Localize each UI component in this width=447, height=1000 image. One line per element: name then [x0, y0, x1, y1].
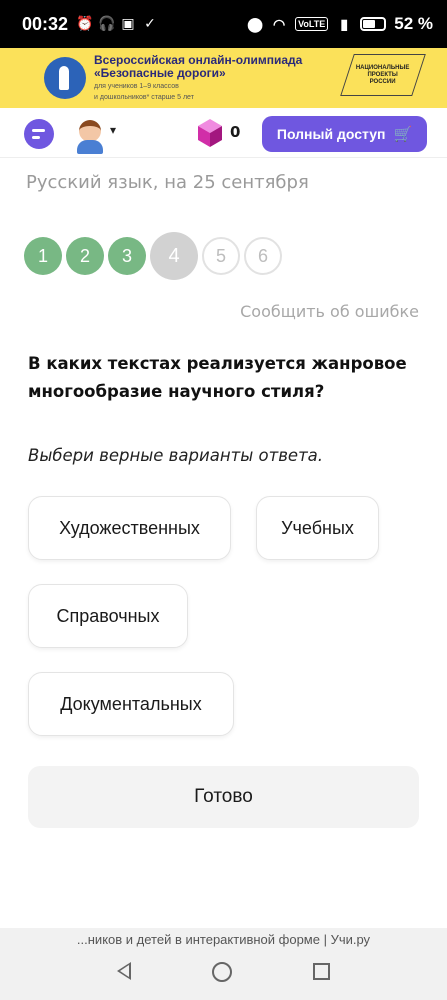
headphones-icon: 🎧	[98, 16, 116, 32]
full-access-label: Полный доступ	[276, 126, 386, 142]
check-icon: ✓	[144, 16, 156, 32]
banner-title-2: «Безопасные дороги»	[94, 66, 226, 80]
browser-footer: ...ников и детей в интерактивной форме |…	[0, 928, 447, 1000]
banner-text: Всероссийская онлайн-олимпиада «Безопасн…	[94, 54, 302, 102]
recents-icon[interactable]	[313, 963, 331, 980]
banner-sub-2: и дошкольников* старше 5 лет	[94, 94, 194, 101]
status-time: 00:32	[22, 13, 69, 34]
notification-icons: ⏰ 🎧 ▣ ✓	[76, 16, 158, 32]
option-educational[interactable]: Учебных	[256, 496, 379, 560]
volte-badge: VoLTE	[295, 17, 329, 31]
chevron-down-icon[interactable]: ▾	[110, 123, 116, 137]
signal-icon: ▮	[340, 16, 349, 32]
alarm-icon: ⏰	[76, 16, 94, 32]
question-text: В каких текстах реализуется жанровое мно…	[28, 354, 407, 401]
crystal-count: 0	[230, 123, 241, 141]
status-right: ⬤ ◠ VoLTE ▮ 52 %	[247, 14, 433, 34]
avatar[interactable]	[76, 116, 104, 154]
nat-line-3: РОССИИ	[370, 78, 396, 85]
ad-banner[interactable]: Всероссийская онлайн-олимпиада «Безопасн…	[0, 48, 447, 108]
app-icon: ▣	[121, 16, 135, 32]
full-access-button[interactable]: Полный доступ 🛒	[262, 116, 427, 152]
status-bar: 00:32 ⏰ 🎧 ▣ ✓ ⬤ ◠ VoLTE ▮ 52 %	[0, 0, 447, 48]
national-projects-logo: НАЦИОНАЛЬНЫЕ ПРОЕКТЫ РОССИИ	[340, 54, 426, 96]
report-error-link[interactable]: Сообщить об ошибке	[240, 302, 419, 321]
banner-sub-1: для учеников 1–9 классов	[94, 83, 179, 90]
crystal-icon	[197, 118, 223, 148]
step-5: 5	[202, 237, 240, 275]
nat-line-2: ПРОЕКТЫ	[367, 71, 399, 78]
option-artistic[interactable]: Художественных	[28, 496, 231, 560]
back-icon[interactable]	[116, 962, 131, 980]
progress-steps: 1 2 3 4 5 6	[24, 232, 282, 280]
location-icon: ⬤	[247, 16, 263, 32]
nat-line-1: НАЦИОНАЛЬНЫЕ	[356, 64, 410, 71]
option-reference[interactable]: Справочных	[28, 584, 188, 648]
battery-icon	[360, 17, 387, 31]
subject-title: Русский язык, на 25 сентября	[26, 172, 309, 193]
step-1[interactable]: 1	[24, 237, 62, 275]
system-nav-bar	[0, 962, 447, 982]
road-safety-logo-icon	[44, 57, 86, 99]
wifi-icon: ◠	[272, 16, 286, 32]
done-button[interactable]: Готово	[28, 766, 419, 828]
option-documentary[interactable]: Документальных	[28, 672, 234, 736]
chat-icon[interactable]	[24, 119, 54, 149]
answer-hint: Выбери верные варианты ответа.	[28, 446, 324, 465]
step-3[interactable]: 3	[108, 237, 146, 275]
page-url-title[interactable]: ...ников и детей в интерактивной форме |…	[0, 932, 447, 947]
step-6: 6	[244, 237, 282, 275]
step-4-current[interactable]: 4	[150, 232, 198, 280]
cart-icon: 🛒	[393, 126, 413, 143]
top-toolbar: ▾ 0 Полный доступ 🛒	[0, 108, 447, 158]
home-icon[interactable]	[211, 962, 232, 982]
step-2[interactable]: 2	[66, 237, 104, 275]
battery-percent: 52 %	[394, 14, 433, 33]
